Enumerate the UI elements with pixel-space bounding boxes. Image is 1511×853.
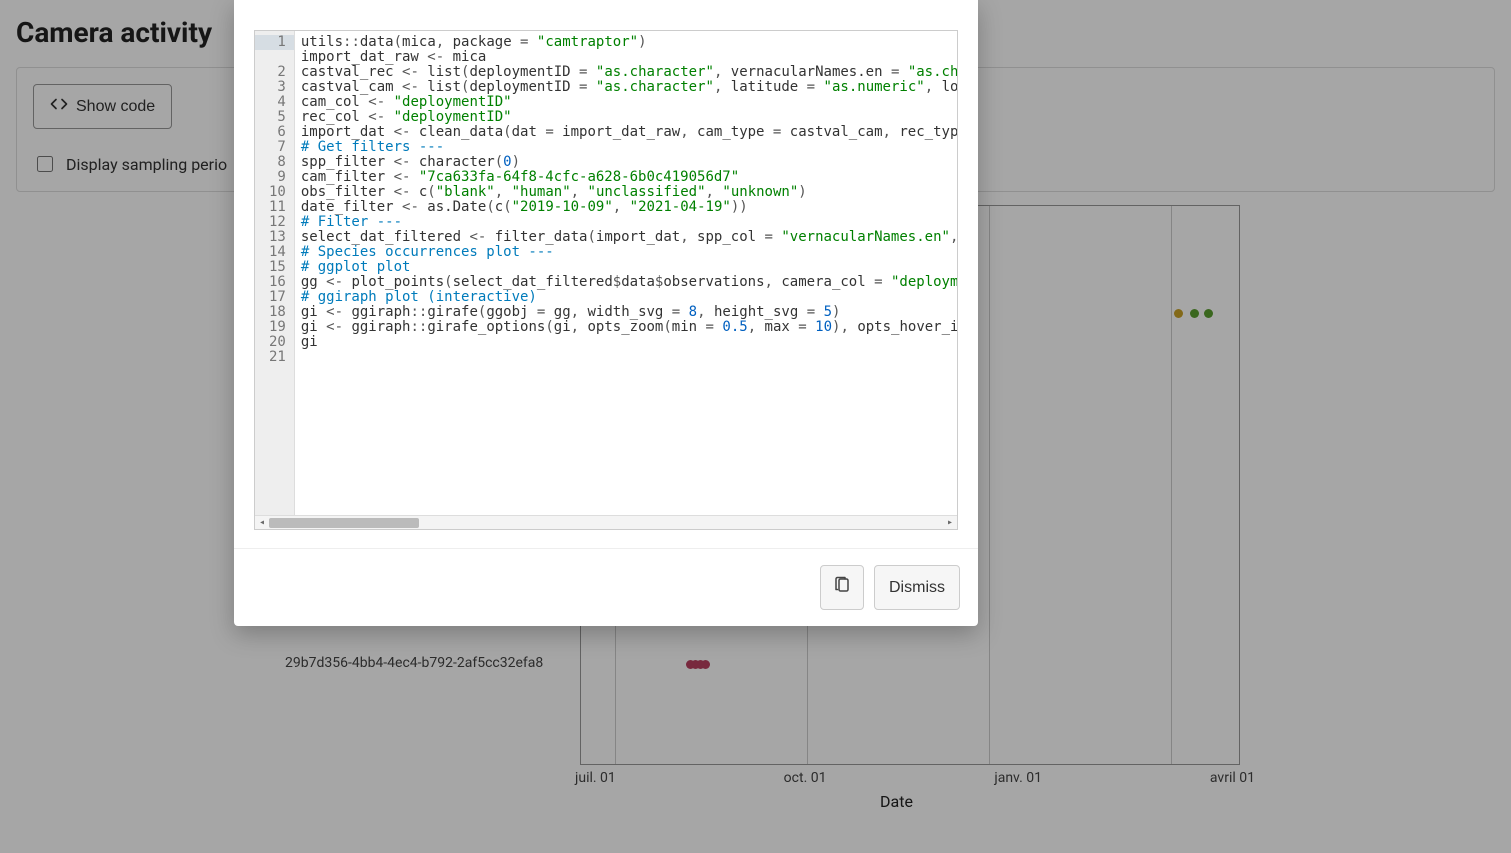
dismiss-label: Dismiss [889, 579, 945, 596]
scrollbar-thumb[interactable] [269, 518, 419, 528]
scroll-right-icon[interactable]: ▸ [943, 515, 957, 530]
code-lines[interactable]: utils::data(mica, package = "camtraptor"… [295, 31, 957, 515]
code-editor[interactable]: 1 2 3 4 5 6 7 8 9 10 11 12 13 14 15 16 1… [254, 30, 958, 530]
clipboard-icon [833, 576, 851, 599]
horizontal-scrollbar[interactable]: ◂ ▸ [255, 515, 957, 529]
scroll-left-icon[interactable]: ◂ [255, 515, 269, 530]
code-modal: 1 2 3 4 5 6 7 8 9 10 11 12 13 14 15 16 1… [234, 0, 978, 626]
scrollbar-track[interactable] [269, 518, 943, 528]
modal-footer: Dismiss [234, 548, 978, 626]
code-gutter: 1 2 3 4 5 6 7 8 9 10 11 12 13 14 15 16 1… [255, 31, 295, 515]
copy-button[interactable] [820, 565, 864, 610]
dismiss-button[interactable]: Dismiss [874, 565, 960, 610]
